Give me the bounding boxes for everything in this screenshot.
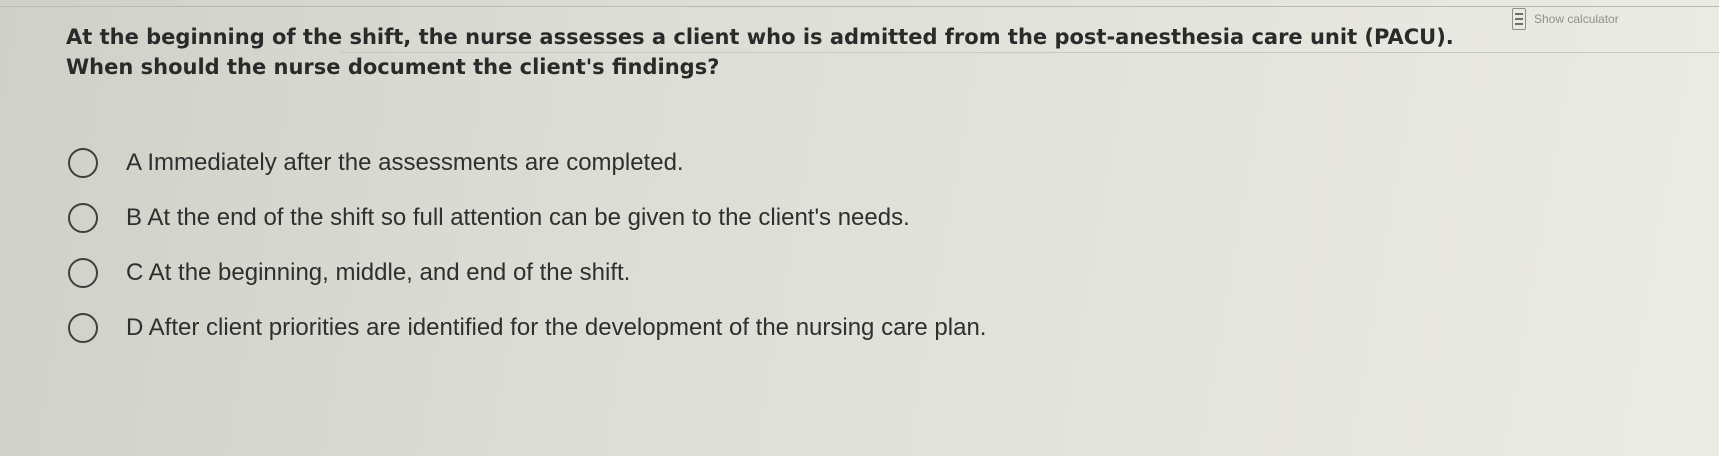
- question-text: At the beginning of the shift, the nurse…: [66, 25, 1454, 79]
- top-divider: [0, 6, 1719, 7]
- option-d[interactable]: D After client priorities are identified…: [68, 309, 986, 346]
- calculator-label: Show calculator: [1534, 12, 1619, 26]
- option-c[interactable]: C At the beginning, middle, and end of t…: [68, 254, 986, 291]
- option-a[interactable]: A Immediately after the assessments are …: [68, 144, 986, 181]
- option-b[interactable]: B At the end of the shift so full attent…: [68, 199, 986, 236]
- option-d-label: D After client priorities are identified…: [126, 313, 987, 341]
- option-a-label: A Immediately after the assessments are …: [126, 148, 684, 176]
- radio-button-c[interactable]: [68, 257, 98, 288]
- answer-options: A Immediately after the assessments are …: [68, 144, 986, 364]
- option-c-label: C At the beginning, middle, and end of t…: [126, 258, 631, 286]
- option-b-label: B At the end of the shift so full attent…: [126, 203, 910, 231]
- calculator-icon: [1512, 8, 1526, 30]
- radio-button-a[interactable]: [68, 147, 98, 178]
- calculator-toggle[interactable]: Show calculator: [1512, 8, 1619, 30]
- radio-button-d[interactable]: [68, 312, 98, 343]
- radio-button-b[interactable]: [68, 202, 98, 233]
